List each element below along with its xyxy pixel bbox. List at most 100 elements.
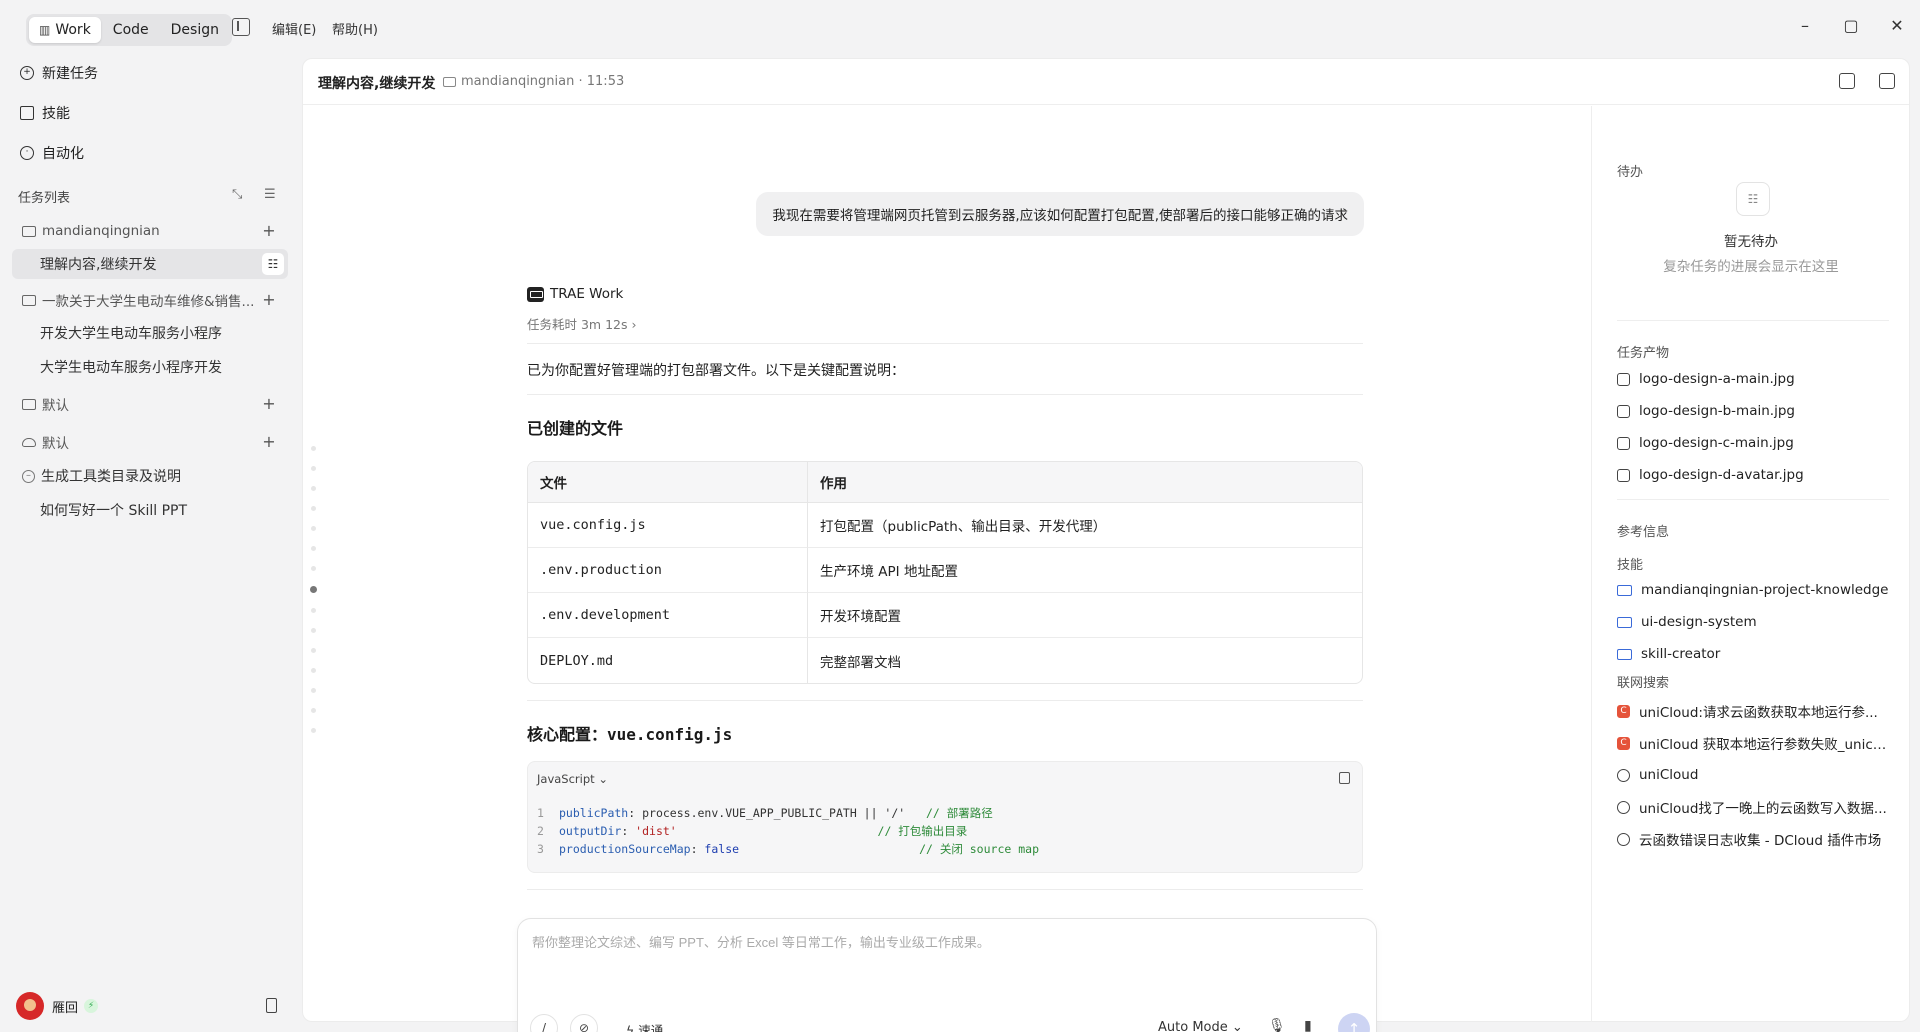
add-task-icon[interactable]: + bbox=[260, 291, 278, 309]
task-item-loose[interactable]: – 生成工具类目录及说明 bbox=[12, 461, 288, 491]
group-label: 默认 bbox=[42, 398, 69, 414]
bolt-icon: ϟ bbox=[626, 1023, 639, 1032]
web-result-label: uniCloud找了一晚上的云函数写入数据... bbox=[1639, 801, 1887, 817]
main-panel: 理解内容,继续开发 mandianqingnian · 11:53 我现在需要将… bbox=[302, 58, 1910, 1032]
add-task-icon[interactable]: + bbox=[260, 433, 278, 451]
nav-automation[interactable]: · 自动化 bbox=[20, 140, 84, 166]
scroll-nav-dots[interactable] bbox=[310, 446, 319, 748]
book-icon bbox=[1617, 616, 1632, 628]
menu-help[interactable]: 帮助(H) bbox=[332, 19, 378, 38]
table-header: 作用 bbox=[808, 462, 1362, 503]
attachment-icon[interactable]: ⊘ bbox=[570, 1014, 598, 1032]
web-result-item[interactable]: uniCloud bbox=[1617, 765, 1698, 785]
send-button[interactable]: ↑ bbox=[1338, 1013, 1370, 1032]
user-profile[interactable]: 雁回 ⚡ bbox=[16, 992, 99, 1020]
group-mandianqingnian[interactable]: mandianqingnian + bbox=[12, 216, 288, 246]
code-comment: // 部署路径 bbox=[926, 806, 993, 820]
terminal-icon[interactable] bbox=[1839, 73, 1855, 89]
artifact-label: logo-design-a-main.jpg bbox=[1639, 371, 1795, 387]
book-icon bbox=[20, 106, 34, 120]
web-result-label: 云函数错误日志收集 - DCloud 插件市场 bbox=[1639, 833, 1882, 849]
file-purpose: 开发环境配置 bbox=[808, 593, 1362, 638]
voice-wave-icon[interactable]: ▮ bbox=[1304, 1018, 1312, 1032]
group-default[interactable]: 默认 + bbox=[12, 389, 288, 419]
mode-work-label: Work bbox=[55, 22, 91, 38]
breadcrumb-sep: · bbox=[574, 74, 587, 89]
prompt-input[interactable] bbox=[532, 935, 1352, 950]
chat-area: 我现在需要将管理端网页托管到云服务器,应该如何配置打包配置,使部署后的接口能够正… bbox=[303, 106, 1591, 1032]
mobile-icon[interactable] bbox=[266, 998, 277, 1013]
group-default-cloud[interactable]: 默认 + bbox=[12, 427, 288, 457]
filter-icon[interactable]: ☰ bbox=[264, 187, 276, 202]
image-icon bbox=[1617, 404, 1630, 418]
speed-mode-label: 速通 bbox=[638, 1023, 664, 1032]
line-number: 1 bbox=[537, 806, 544, 820]
bolt-icon: ⚡ bbox=[84, 999, 99, 1013]
task-item[interactable]: 如何写好一个 Skill PPT bbox=[12, 495, 288, 525]
task-item[interactable]: 开发大学生电动车服务小程序 bbox=[12, 318, 288, 348]
task-label: 理解内容,继续开发 bbox=[40, 257, 157, 273]
artifact-item[interactable]: logo-design-c-main.jpg bbox=[1617, 433, 1794, 453]
maximize-icon[interactable]: ▢ bbox=[1839, 16, 1863, 35]
web-result-label: uniCloud 获取本地运行参数失败_unicl... bbox=[1639, 737, 1889, 753]
code-language-select[interactable]: JavaScript ⌄ bbox=[537, 772, 608, 786]
skill-item[interactable]: skill-creator bbox=[1617, 644, 1720, 664]
nav-new-task[interactable]: + 新建任务 bbox=[20, 60, 98, 86]
slash-command-icon[interactable]: / bbox=[530, 1014, 558, 1032]
nav-skills[interactable]: 技能 bbox=[20, 100, 70, 126]
code-key: outputDir bbox=[559, 824, 622, 838]
mode-code-label: Code bbox=[112, 22, 149, 38]
clock-icon: · bbox=[20, 146, 34, 160]
nav-skills-label: 技能 bbox=[42, 106, 70, 122]
folder-icon bbox=[22, 225, 36, 237]
web-result-item[interactable]: uniCloud找了一晚上的云函数写入数据... bbox=[1617, 797, 1887, 817]
menu-edit[interactable]: 编辑(E) bbox=[272, 19, 316, 38]
skill-item[interactable]: ui-design-system bbox=[1617, 612, 1757, 632]
sidebar-toggle-icon[interactable] bbox=[232, 18, 250, 36]
code-language-label: JavaScript bbox=[537, 772, 595, 786]
artifact-item[interactable]: logo-design-b-main.jpg bbox=[1617, 401, 1795, 421]
skill-label: skill-creator bbox=[1641, 646, 1721, 662]
book-icon: ▥ bbox=[39, 23, 51, 37]
web-result-item[interactable]: 云函数错误日志收集 - DCloud 插件市场 bbox=[1617, 829, 1881, 849]
right-panel: 待办 ☷ 暂无待办 复杂任务的进展会显示在这里 任务产物 logo-design… bbox=[1591, 106, 1909, 1022]
close-icon[interactable]: ✕ bbox=[1885, 16, 1909, 35]
web-search-title: 联网搜索 bbox=[1617, 676, 1670, 691]
artifact-item[interactable]: logo-design-a-main.jpg bbox=[1617, 369, 1795, 389]
minimize-icon[interactable]: – bbox=[1793, 16, 1817, 35]
elapsed-label: 任务耗时 3m 12s bbox=[527, 317, 628, 332]
microphone-icon[interactable]: 🎙 bbox=[1268, 1018, 1286, 1032]
code-line: 2 outputDir: 'dist' // 打包输出目录 bbox=[537, 824, 968, 838]
todo-empty-subtitle: 复杂任务的进展会显示在这里 bbox=[1663, 259, 1839, 275]
mode-work-button[interactable]: ▥ Work bbox=[29, 17, 101, 43]
collapse-icon[interactable]: ⤡ bbox=[232, 187, 242, 202]
task-item[interactable]: 大学生电动车服务小程序开发 bbox=[12, 352, 288, 382]
task-label: 如何写好一个 Skill PPT bbox=[40, 503, 187, 519]
core-file-name: vue.config.js bbox=[607, 725, 733, 744]
panel-list-icon[interactable] bbox=[1879, 73, 1895, 89]
folder-icon bbox=[22, 294, 36, 306]
agent-header: TRAE Work bbox=[527, 286, 1363, 302]
cloud-icon bbox=[22, 437, 36, 447]
elapsed-toggle[interactable]: 任务耗时 3m 12s › bbox=[527, 314, 1363, 344]
artifact-item[interactable]: logo-design-d-avatar.jpg bbox=[1617, 465, 1804, 485]
nav-new-task-label: 新建任务 bbox=[42, 66, 98, 82]
add-task-icon[interactable]: + bbox=[260, 222, 278, 240]
code-line: 1 publicPath: process.env.VUE_APP_PUBLIC_… bbox=[537, 806, 993, 820]
mode-select[interactable]: Auto Mode ⌄ bbox=[1158, 1020, 1243, 1032]
group-ev-repair[interactable]: 一款关于大学生电动车维修&销售... + bbox=[12, 285, 288, 315]
copy-icon[interactable] bbox=[1339, 772, 1350, 784]
skill-item[interactable]: mandianqingnian-project-knowledge bbox=[1617, 580, 1888, 600]
add-task-icon[interactable]: + bbox=[260, 395, 278, 413]
mode-code-button[interactable]: Code bbox=[103, 17, 159, 43]
mode-design-button[interactable]: Design bbox=[161, 17, 229, 43]
file-name: vue.config.js bbox=[528, 503, 808, 548]
file-purpose: 生产环境 API 地址配置 bbox=[808, 548, 1362, 593]
task-list-icon[interactable]: ☷ bbox=[262, 253, 284, 275]
task-item-selected[interactable]: 理解内容,继续开发 ☷ bbox=[12, 249, 288, 279]
files-heading: 已创建的文件 bbox=[527, 419, 624, 438]
web-result-item[interactable]: CuniCloud:请求云函数获取本地运行参... bbox=[1617, 701, 1878, 721]
speed-mode-button[interactable]: ϟ 速通 bbox=[626, 1020, 663, 1032]
page-title: 理解内容,继续开发 bbox=[318, 76, 436, 92]
web-result-item[interactable]: CuniCloud 获取本地运行参数失败_unicl... bbox=[1617, 733, 1889, 753]
